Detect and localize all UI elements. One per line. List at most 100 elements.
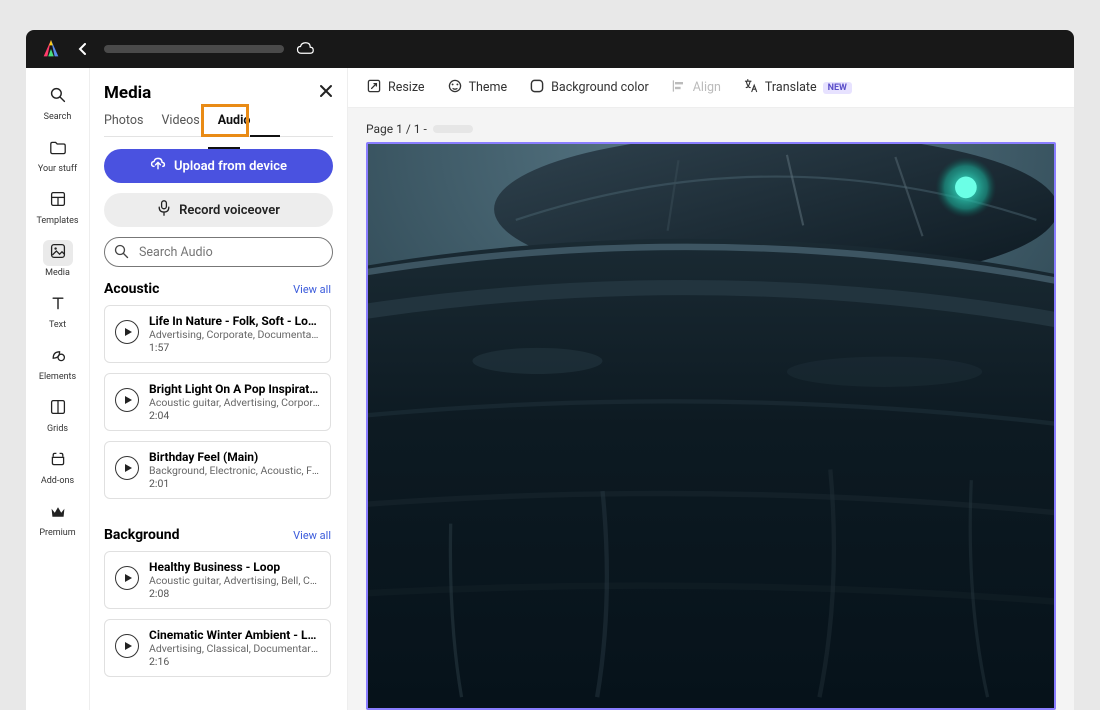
grids-icon [50, 399, 66, 419]
rail-premium[interactable]: Premium [30, 494, 86, 542]
media-icon [50, 243, 66, 263]
track-title: Cinematic Winter Ambient - Loop [149, 628, 320, 642]
align-icon [671, 78, 687, 98]
rail-label: Text [49, 320, 66, 330]
play-icon [125, 642, 132, 650]
left-rail: Search Your stuff Templates Media Text E… [26, 68, 90, 710]
track-title: Birthday Feel (Main) [149, 450, 320, 464]
rail-label: Your stuff [38, 164, 77, 174]
crown-icon [50, 504, 66, 523]
view-all-acoustic[interactable]: View all [293, 283, 331, 296]
rail-label: Search [44, 112, 72, 122]
theme-icon [447, 78, 463, 98]
record-voiceover-button[interactable]: Record voiceover [104, 193, 333, 227]
design-canvas[interactable] [366, 142, 1056, 710]
view-all-background[interactable]: View all [293, 529, 331, 542]
tab-photos[interactable]: Photos [104, 113, 143, 136]
search-icon [114, 244, 129, 263]
new-badge: NEW [823, 82, 852, 94]
play-icon [125, 396, 132, 404]
track-duration: 2:04 [149, 409, 320, 422]
track-title: Bright Light On A Pop Inspiratio… [149, 382, 320, 396]
audio-track[interactable]: Cinematic Winter Ambient - Loop Advertis… [104, 619, 331, 677]
shapes-icon [50, 347, 66, 367]
canvas-image [368, 144, 1054, 708]
page-indicator: Page 1 / 1 - [348, 108, 1074, 142]
track-tags: Advertising, Corporate, Documentary, D… [149, 328, 320, 341]
track-duration: 2:16 [149, 655, 320, 668]
tool-label: Theme [469, 80, 508, 95]
track-tags: Advertising, Classical, Documentary, Dr… [149, 642, 320, 655]
titlebar [26, 30, 1074, 68]
audio-track[interactable]: Healthy Business - Loop Acoustic guitar,… [104, 551, 331, 609]
track-duration: 1:57 [149, 341, 320, 354]
rail-addons[interactable]: Add-ons [30, 442, 86, 490]
tab-videos[interactable]: Videos [161, 113, 199, 136]
swatch-icon [529, 78, 545, 98]
app-frame: Search Your stuff Templates Media Text E… [26, 30, 1074, 710]
rail-label: Templates [36, 216, 78, 226]
track-tags: Background, Electronic, Acoustic, Folk, … [149, 464, 320, 477]
track-duration: 2:01 [149, 477, 320, 490]
play-icon [125, 328, 132, 336]
rail-templates[interactable]: Templates [30, 182, 86, 230]
rail-label: Add-ons [41, 476, 74, 486]
canvas-area: Resize Theme Background color Align Tran… [348, 68, 1074, 710]
rail-media[interactable]: Media [30, 234, 86, 282]
search-audio-input[interactable] [104, 237, 333, 267]
translate-icon [743, 78, 759, 98]
rail-search[interactable]: Search [30, 78, 86, 126]
play-button[interactable] [115, 320, 139, 344]
tool-theme[interactable]: Theme [447, 78, 508, 98]
media-tabs: Photos Videos Audio [104, 113, 333, 137]
rail-label: Premium [39, 528, 75, 538]
tab-audio[interactable]: Audio [218, 113, 251, 136]
rail-label: Grids [47, 424, 68, 434]
tool-translate[interactable]: Translate NEW [743, 78, 852, 98]
upload-from-device-button[interactable]: Upload from device [104, 149, 333, 183]
track-duration: 2:08 [149, 587, 320, 600]
tool-background-color[interactable]: Background color [529, 78, 649, 98]
play-button[interactable] [115, 634, 139, 658]
tool-label: Background color [551, 80, 649, 95]
play-button[interactable] [115, 388, 139, 412]
audio-list-scroll[interactable]: Acoustic View all Life In Nature - Folk,… [104, 281, 333, 710]
play-icon [125, 574, 132, 582]
section-title-acoustic: Acoustic [104, 281, 159, 297]
app-logo-icon [40, 38, 62, 60]
folder-icon [50, 140, 66, 159]
play-icon [125, 464, 132, 472]
back-button[interactable] [74, 40, 92, 59]
section-title-background: Background [104, 527, 179, 543]
page-label: Page 1 / 1 - [366, 122, 427, 136]
text-icon [50, 295, 66, 315]
rail-text[interactable]: Text [30, 286, 86, 334]
tool-label: Align [693, 80, 721, 95]
addons-icon [50, 451, 66, 471]
tool-resize[interactable]: Resize [366, 78, 425, 98]
cloud-sync-icon[interactable] [296, 40, 314, 59]
templates-icon [50, 191, 66, 211]
main-row: Search Your stuff Templates Media Text E… [26, 68, 1074, 710]
context-toolbar: Resize Theme Background color Align Tran… [348, 68, 1074, 108]
document-title-placeholder[interactable] [104, 45, 284, 53]
panel-title: Media [104, 83, 151, 103]
rail-elements[interactable]: Elements [30, 338, 86, 386]
track-tags: Acoustic guitar, Advertising, Corporate,… [149, 396, 320, 409]
play-button[interactable] [115, 566, 139, 590]
page-name-placeholder[interactable] [433, 125, 473, 133]
audio-track[interactable]: Bright Light On A Pop Inspiratio… Acoust… [104, 373, 331, 431]
rail-grids[interactable]: Grids [30, 390, 86, 438]
audio-track[interactable]: Birthday Feel (Main) Background, Electro… [104, 441, 331, 499]
microphone-icon [157, 200, 171, 220]
tool-label: Resize [388, 80, 425, 95]
close-panel-button[interactable] [319, 82, 333, 103]
audio-track[interactable]: Life In Nature - Folk, Soft - Loop Adver… [104, 305, 331, 363]
rail-label: Media [45, 268, 70, 278]
rail-your-stuff[interactable]: Your stuff [30, 130, 86, 178]
tool-label: Translate [765, 80, 817, 95]
search-icon [50, 87, 66, 107]
record-label: Record voiceover [179, 203, 280, 218]
media-panel: Media Photos Videos Audio Upload from de… [90, 68, 348, 710]
play-button[interactable] [115, 456, 139, 480]
